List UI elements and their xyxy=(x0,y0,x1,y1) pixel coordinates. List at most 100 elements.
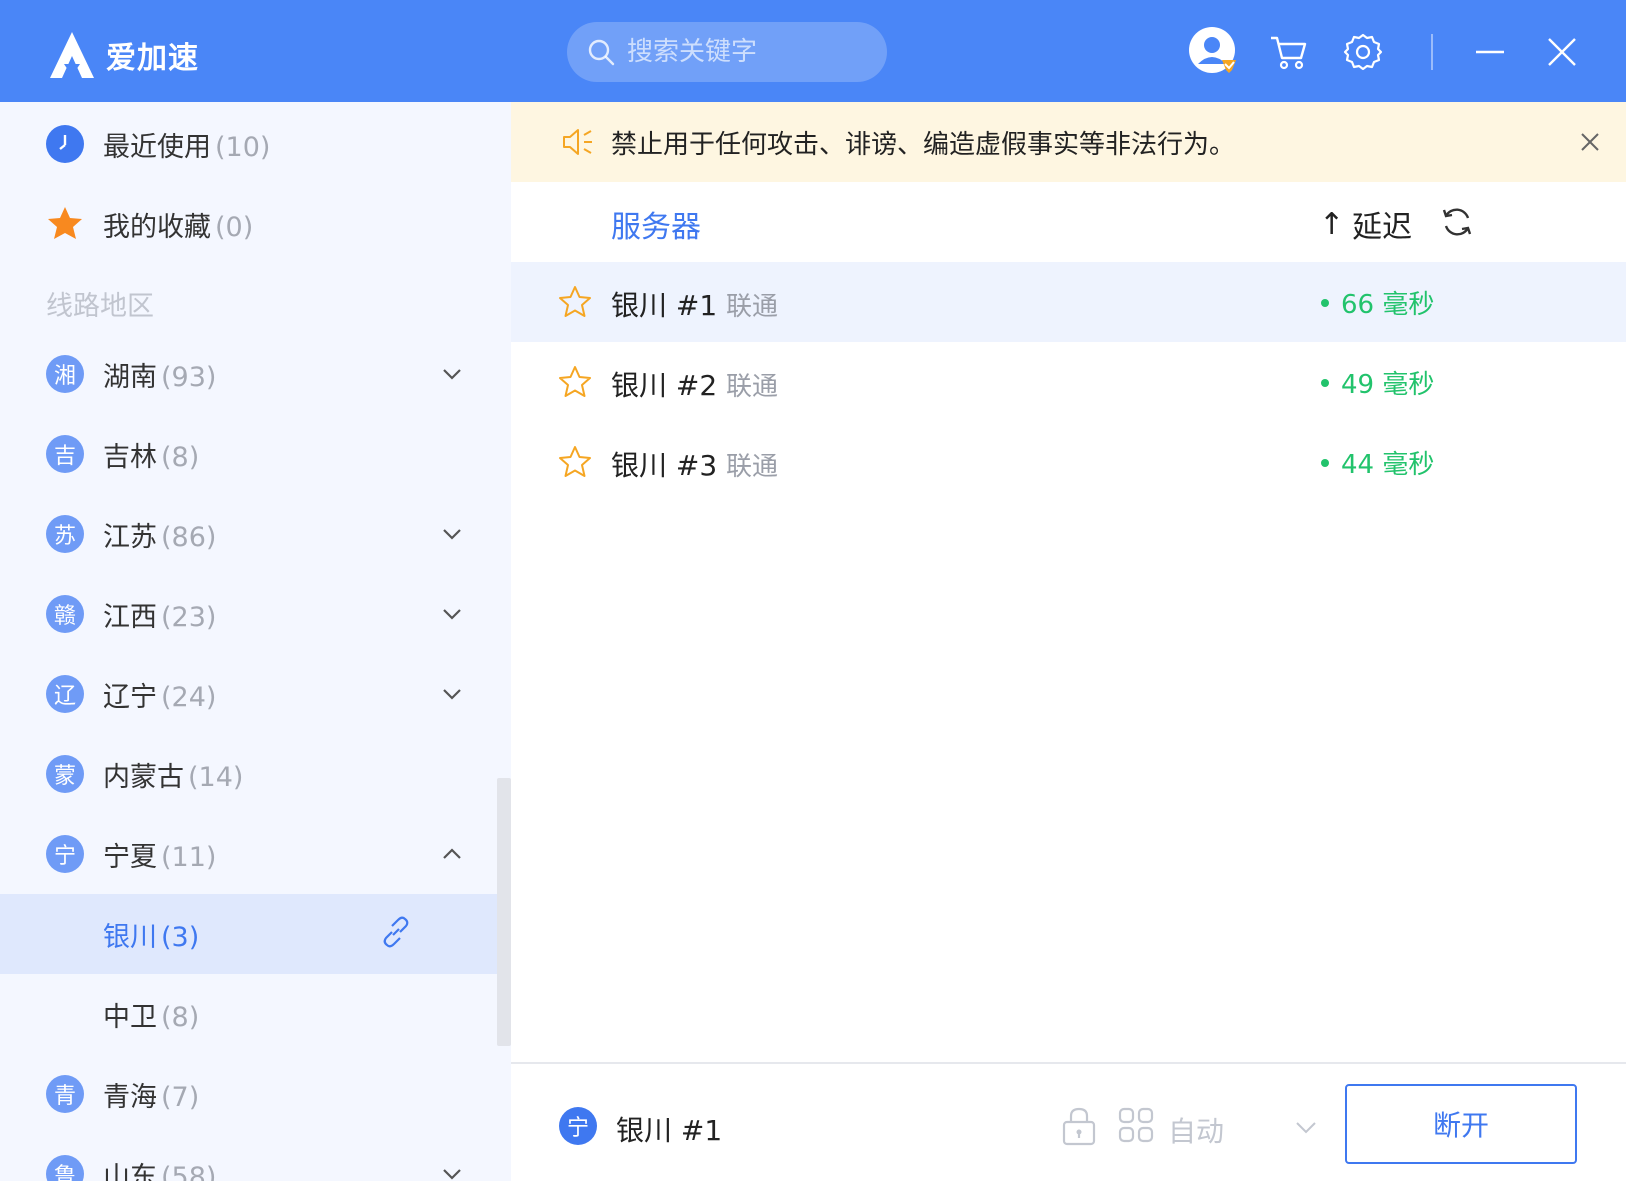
sidebar-item-shandong[interactable]: 鲁 山东 (58) xyxy=(0,1134,511,1181)
sidebar-item-ningxia[interactable]: 宁 宁夏 (11) xyxy=(0,814,511,894)
latency-value: 44 毫秒 xyxy=(1341,450,1435,480)
settings-button[interactable] xyxy=(1337,26,1389,78)
sidebar-item-jiangxi[interactable]: 赣 江西 (23) xyxy=(0,574,511,654)
sidebar-item-hunan[interactable]: 湘 湖南 (93) xyxy=(0,334,511,414)
server-name: 银川 #3 xyxy=(611,449,718,482)
chevron-down-icon[interactable] xyxy=(440,602,464,626)
sidebar: 最近使用 (10) 我的收藏 (0) 线路地区 湘 湖南 (93) 吉 吉林 (8) 苏… xyxy=(0,102,511,1181)
server-row[interactable]: 银川 #1 联通 66 毫秒 xyxy=(511,262,1626,342)
sidebar-item-jiangsu[interactable]: 苏 江苏 (86) xyxy=(0,494,511,574)
notice-banner: 禁止用于任何攻击、诽谤、编造虚假事实等非法行为。 xyxy=(511,102,1626,182)
region-badge: 湘 xyxy=(46,355,84,393)
server-latency: 66 毫秒 xyxy=(1321,284,1434,321)
sidebar-item-count: (14) xyxy=(188,761,244,793)
sidebar-item-count: (7) xyxy=(161,1081,200,1113)
main-panel: 禁止用于任何攻击、诽谤、编造虚假事实等非法行为。 服务器 ↑ 延迟 银川 #1 … xyxy=(511,102,1626,1181)
refresh-icon[interactable] xyxy=(1439,204,1475,240)
close-icon[interactable] xyxy=(1576,128,1604,156)
sidebar-item-label: 银川 xyxy=(103,921,157,953)
column-server[interactable]: 服务器 xyxy=(611,202,701,246)
sidebar-item-label: 中卫 xyxy=(103,1001,157,1033)
mode-select-label[interactable]: 自动 xyxy=(1168,1110,1224,1150)
app-logo: 爱加速 xyxy=(46,30,199,80)
region-badge: 苏 xyxy=(46,515,84,553)
server-list-header: 服务器 ↑ 延迟 xyxy=(511,182,1626,262)
connection-bar: 宁 银川 #1 自动 断开 xyxy=(511,1062,1626,1181)
sidebar-item-zhongwei[interactable]: 中卫 (8) xyxy=(0,974,511,1054)
server-isp: 联通 xyxy=(726,452,779,482)
current-server: 银川 #1 xyxy=(616,1114,723,1147)
sidebar-item-count: (8) xyxy=(161,1001,200,1033)
server-name: 银川 #1 xyxy=(611,289,718,322)
user-avatar-button[interactable] xyxy=(1188,26,1240,78)
sidebar-item-count: (23) xyxy=(161,601,217,633)
chevron-up-icon[interactable] xyxy=(440,842,464,866)
sidebar-item-yinchuan[interactable]: 银川 (3) xyxy=(0,894,511,974)
status-dot xyxy=(1321,298,1329,307)
region-badge: 赣 xyxy=(46,595,84,633)
sidebar-item-qinghai[interactable]: 青 青海 (7) xyxy=(0,1054,511,1134)
sidebar-item-label: 湖南 xyxy=(103,361,157,393)
avatar-icon xyxy=(1189,27,1236,73)
server-latency: 49 毫秒 xyxy=(1321,364,1434,401)
column-latency-label: 延迟 xyxy=(1352,210,1413,245)
sort-arrow-icon: ↑ xyxy=(1319,206,1345,242)
region-badge: 青 xyxy=(46,1075,84,1113)
sidebar-item-recent[interactable]: 最近使用 (10) xyxy=(0,104,511,184)
sidebar-item-neimenggu[interactable]: 蒙 内蒙古 (14) xyxy=(0,734,511,814)
sidebar-item-liaoning[interactable]: 辽 辽宁 (24) xyxy=(0,654,511,734)
server-row[interactable]: 银川 #3 联通 44 毫秒 xyxy=(511,422,1626,502)
cart-button[interactable] xyxy=(1262,26,1314,78)
status-dot xyxy=(1321,458,1329,467)
chevron-down-icon[interactable] xyxy=(1293,1114,1319,1140)
lock-icon[interactable] xyxy=(1061,1106,1097,1146)
sidebar-item-jilin[interactable]: 吉 吉林 (8) xyxy=(0,414,511,494)
server-name: 银川 #2 xyxy=(611,369,718,402)
star-icon xyxy=(48,207,82,239)
sidebar-item-label: 内蒙古 xyxy=(103,761,184,793)
sidebar-item-label: 青海 xyxy=(103,1081,157,1113)
latency-value: 66 毫秒 xyxy=(1341,290,1435,320)
column-latency[interactable]: ↑ 延迟 xyxy=(1319,202,1412,246)
minimize-button[interactable] xyxy=(1464,26,1516,78)
search-box[interactable] xyxy=(567,22,887,82)
clock-icon xyxy=(46,125,84,163)
sidebar-item-label: 山东 xyxy=(103,1161,157,1181)
sidebar-item-label: 江西 xyxy=(103,601,157,633)
region-badge: 辽 xyxy=(46,675,84,713)
chevron-down-icon[interactable] xyxy=(440,522,464,546)
minimize-icon xyxy=(1476,50,1504,54)
server-row[interactable]: 银川 #2 联通 49 毫秒 xyxy=(511,342,1626,422)
sidebar-item-favorites[interactable]: 我的收藏 (0) xyxy=(0,184,511,264)
star-outline-icon[interactable] xyxy=(557,284,593,320)
close-button[interactable] xyxy=(1536,26,1588,78)
notice-text: 禁止用于任何攻击、诽谤、编造虚假事实等非法行为。 xyxy=(611,129,1236,160)
search-icon xyxy=(588,39,615,66)
chevron-down-icon[interactable] xyxy=(440,1162,464,1181)
sidebar-item-count: (10) xyxy=(215,131,271,163)
star-outline-icon[interactable] xyxy=(557,364,593,400)
sidebar-item-label: 宁夏 xyxy=(103,841,157,873)
sidebar-item-label: 我的收藏 xyxy=(103,211,211,243)
sidebar-item-count: (3) xyxy=(161,921,200,953)
region-badge: 蒙 xyxy=(46,755,84,793)
region-badge: 宁 xyxy=(559,1107,597,1145)
region-badge: 吉 xyxy=(46,435,84,473)
sidebar-item-label: 辽宁 xyxy=(103,681,157,713)
latency-value: 49 毫秒 xyxy=(1341,370,1435,400)
apps-icon[interactable] xyxy=(1117,1106,1155,1144)
section-title-regions: 线路地区 xyxy=(46,291,154,322)
server-isp: 联通 xyxy=(726,292,779,322)
link-icon[interactable] xyxy=(378,914,414,950)
sidebar-scrollbar[interactable] xyxy=(497,778,511,1046)
status-dot xyxy=(1321,378,1329,387)
sidebar-item-count: (93) xyxy=(161,361,217,393)
chevron-down-icon[interactable] xyxy=(440,362,464,386)
header-divider xyxy=(1431,34,1433,70)
server-latency: 44 毫秒 xyxy=(1321,444,1434,481)
sidebar-item-count: (86) xyxy=(161,521,217,553)
search-input[interactable] xyxy=(627,37,867,67)
chevron-down-icon[interactable] xyxy=(440,682,464,706)
star-outline-icon[interactable] xyxy=(557,444,593,480)
disconnect-button[interactable]: 断开 xyxy=(1345,1084,1577,1164)
